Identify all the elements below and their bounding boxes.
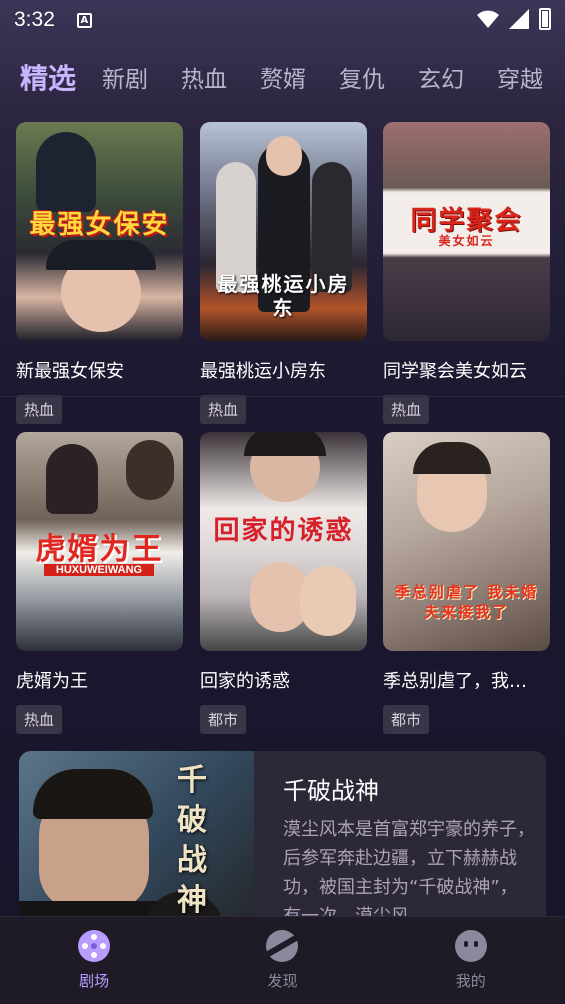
nav-label: 发现 [267,972,298,990]
notification-icon: A [76,12,92,28]
poster-subtitle: 美女如云 [438,234,495,248]
nav-profile[interactable]: 我的 [411,930,531,991]
drama-poster[interactable]: 最强桃运小房东 [200,122,367,341]
drama-card[interactable]: 回家的诱惑 回家的诱惑 都市 [200,432,367,734]
status-time: 3:32 [14,8,55,31]
featured-title: 千破战神 [283,777,379,805]
drama-poster[interactable]: 季总别虐了 我未婚夫来接我了 [383,432,550,651]
bottom-nav: 剧场 发现 我的 [0,916,565,1004]
status-bar: 3:32 A [0,0,565,40]
drama-poster[interactable]: 同学聚会 美女如云 [383,122,550,341]
genre-tag: 都市 [383,705,430,734]
planet-icon [263,930,302,962]
battery-icon [539,8,551,30]
poster-title: 最强女保安 [29,210,170,240]
genre-tag: 热血 [383,395,430,424]
poster-title: 季总别虐了 我未婚夫来接我了 [394,583,539,621]
status-icons [477,8,551,30]
category-tabs: 精选 新剧 热血 赘婿 复仇 玄幻 穿越 [0,52,565,102]
drama-title: 虎婿为王 [16,671,88,692]
tab-son-in-law[interactable]: 赘婿 [260,60,306,94]
featured-poster-title: 千破战神 [177,763,207,918]
poster-title: 回家的诱惑 [213,516,354,546]
drama-title: 同学聚会美女如云 [383,361,527,382]
genre-tag: 热血 [16,395,63,424]
drama-card[interactable]: 最强桃运小房东 最强桃运小房东 热血 [200,122,367,424]
film-reel-icon [78,930,111,962]
drama-card[interactable]: 最强女保安 新最强女保安 热血 [16,122,183,424]
drama-poster[interactable]: 虎婿为王 HUXUWEIWANG [16,432,183,651]
drama-poster[interactable]: 最强女保安 [16,122,183,341]
tab-featured[interactable]: 精选 [20,57,76,97]
nav-discover[interactable]: 发现 [222,930,342,991]
poster-title: 虎婿为王 [35,532,164,567]
tab-new[interactable]: 新剧 [102,60,148,94]
poster-subtitle: HUXUWEIWANG [44,564,154,576]
tab-revenge[interactable]: 复仇 [339,60,385,94]
genre-tag: 热血 [16,705,63,734]
genre-tag: 热血 [200,395,247,424]
drama-title: 新最强女保安 [16,361,124,382]
nav-label: 我的 [455,972,486,990]
row-divider [0,396,565,397]
featured-description: 漠尘风本是首富郑宇豪的养子，后参军奔赴边疆，立下赫赫战功，被国主封为“千破战神”… [283,819,535,927]
wifi-icon [477,10,499,28]
drama-card[interactable]: 同学聚会 美女如云 同学聚会美女如云 热血 [383,122,550,424]
drama-poster[interactable]: 回家的诱惑 [200,432,367,651]
tab-fantasy[interactable]: 玄幻 [418,60,464,94]
drama-title: 回家的诱惑 [200,671,290,692]
nav-label: 剧场 [79,972,110,990]
face-icon [454,930,487,962]
tab-hot-blood[interactable]: 热血 [181,60,227,94]
drama-card[interactable]: 虎婿为王 HUXUWEIWANG 虎婿为王 热血 [16,432,183,734]
poster-title: 最强桃运小房东 [217,272,350,320]
nav-theater[interactable]: 剧场 [34,930,154,991]
drama-title: 季总别虐了，我… [383,671,527,692]
genre-tag: 都市 [200,705,247,734]
drama-title: 最强桃运小房东 [200,361,326,382]
signal-icon [509,9,529,29]
drama-card[interactable]: 季总别虐了 我未婚夫来接我了 季总别虐了，我… 都市 [383,432,550,734]
tab-time-travel[interactable]: 穿越 [497,60,543,94]
